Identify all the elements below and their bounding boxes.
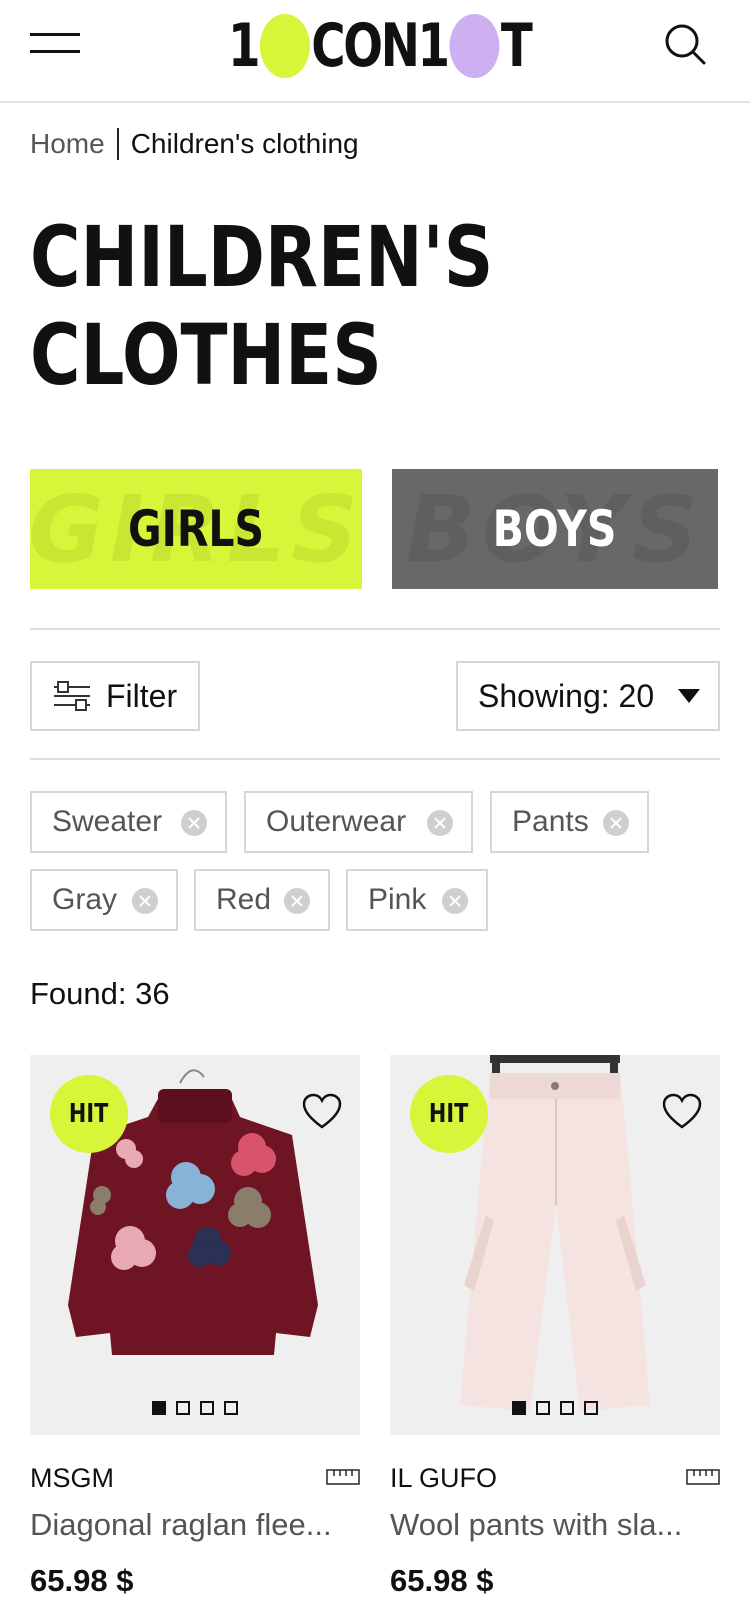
filter-chip[interactable]: Sweater <box>30 791 227 853</box>
filter-chip-label: Outerwear <box>266 805 407 838</box>
divider <box>30 628 720 630</box>
top-header: 1 CON1 T <box>0 0 750 103</box>
search-icon[interactable] <box>663 22 707 66</box>
filter-chip-label: Pink <box>368 883 427 916</box>
hit-badge: HIT <box>410 1075 488 1153</box>
filter-chip[interactable]: Pink <box>346 869 488 931</box>
category-tile-girls[interactable]: GIRLS GIRLS <box>30 469 362 589</box>
logo-part-1: 1 <box>228 11 261 81</box>
filter-chip-label: Red <box>216 883 272 916</box>
hit-badge: HIT <box>50 1075 128 1153</box>
chevron-down-icon <box>678 689 700 703</box>
remove-filter-icon[interactable] <box>132 888 158 914</box>
results-count: Found: 36 <box>30 976 170 1011</box>
product-brand: IL GUFO <box>390 1463 498 1493</box>
heart-icon[interactable] <box>302 1093 342 1131</box>
breadcrumb-current: Children's clothing <box>130 128 359 159</box>
page-size-select[interactable]: Showing: 20 <box>456 661 720 731</box>
remove-filter-icon[interactable] <box>284 888 310 914</box>
sliders-icon <box>54 681 90 711</box>
hit-badge-label: HIT <box>69 1099 109 1129</box>
remove-filter-icon[interactable] <box>181 810 207 836</box>
filter-button[interactable]: Filter <box>30 661 200 731</box>
heart-icon[interactable] <box>662 1093 702 1131</box>
image-pagination <box>30 1401 360 1415</box>
category-label-girls: GIRLS <box>127 500 265 558</box>
image-dot[interactable] <box>560 1401 574 1415</box>
brand-logo[interactable]: 1 CON1 T <box>228 11 533 81</box>
product-name[interactable]: Diagonal raglan flee... <box>30 1507 360 1543</box>
product-brand: MSGM <box>30 1463 114 1493</box>
product-image[interactable]: HIT <box>390 1055 720 1435</box>
category-tile-boys[interactable]: BOYS BOYS <box>392 469 718 589</box>
hit-badge-label: HIT <box>429 1099 469 1129</box>
image-dot-active[interactable] <box>152 1401 166 1415</box>
logo-part-2: CON1 <box>311 11 450 81</box>
breadcrumb-separator <box>116 128 119 160</box>
product-card[interactable]: HIT MSGM Diagonal raglan flee... 65.98 $ <box>30 1055 360 1624</box>
ruler-icon[interactable] <box>686 1469 720 1485</box>
product-card[interactable]: HIT IL GUFO Wool pants with sla... 65.98… <box>390 1055 720 1624</box>
page-size-label: Showing: 20 <box>478 677 655 714</box>
remove-filter-icon[interactable] <box>427 810 453 836</box>
filter-chip[interactable]: Pants <box>490 791 649 853</box>
page-title: CHILDREN'S CLOTHES <box>30 208 494 404</box>
image-dot[interactable] <box>176 1401 190 1415</box>
logo-dot-lilac <box>449 14 500 78</box>
logo-part-3: T <box>500 11 533 81</box>
filter-chip[interactable]: Outerwear <box>244 791 473 853</box>
filter-chip-label: Sweater <box>52 805 163 838</box>
image-pagination <box>390 1401 720 1415</box>
product-price: 65.98 $ <box>390 1563 494 1598</box>
breadcrumb: Home Children's clothing <box>30 128 359 160</box>
product-price: 65.98 $ <box>30 1563 134 1598</box>
breadcrumb-home-link[interactable]: Home <box>30 128 105 160</box>
image-dot[interactable] <box>224 1401 238 1415</box>
logo-dot-lime <box>259 14 310 78</box>
filter-chip-label: Pants <box>512 805 589 838</box>
image-dot-active[interactable] <box>512 1401 526 1415</box>
filter-chip[interactable]: Red <box>194 869 330 931</box>
ruler-icon[interactable] <box>326 1469 360 1485</box>
product-name[interactable]: Wool pants with sla... <box>390 1507 720 1543</box>
filter-chip[interactable]: Gray <box>30 869 178 931</box>
category-label-boys: BOYS <box>493 500 617 558</box>
filter-chip-label: Gray <box>52 883 118 916</box>
filter-label: Filter <box>106 677 178 714</box>
remove-filter-icon[interactable] <box>442 888 468 914</box>
image-dot[interactable] <box>200 1401 214 1415</box>
remove-filter-icon[interactable] <box>603 810 629 836</box>
divider <box>30 758 720 760</box>
image-dot[interactable] <box>536 1401 550 1415</box>
product-image[interactable]: HIT <box>30 1055 360 1435</box>
image-dot[interactable] <box>584 1401 598 1415</box>
menu-icon[interactable] <box>30 33 80 55</box>
